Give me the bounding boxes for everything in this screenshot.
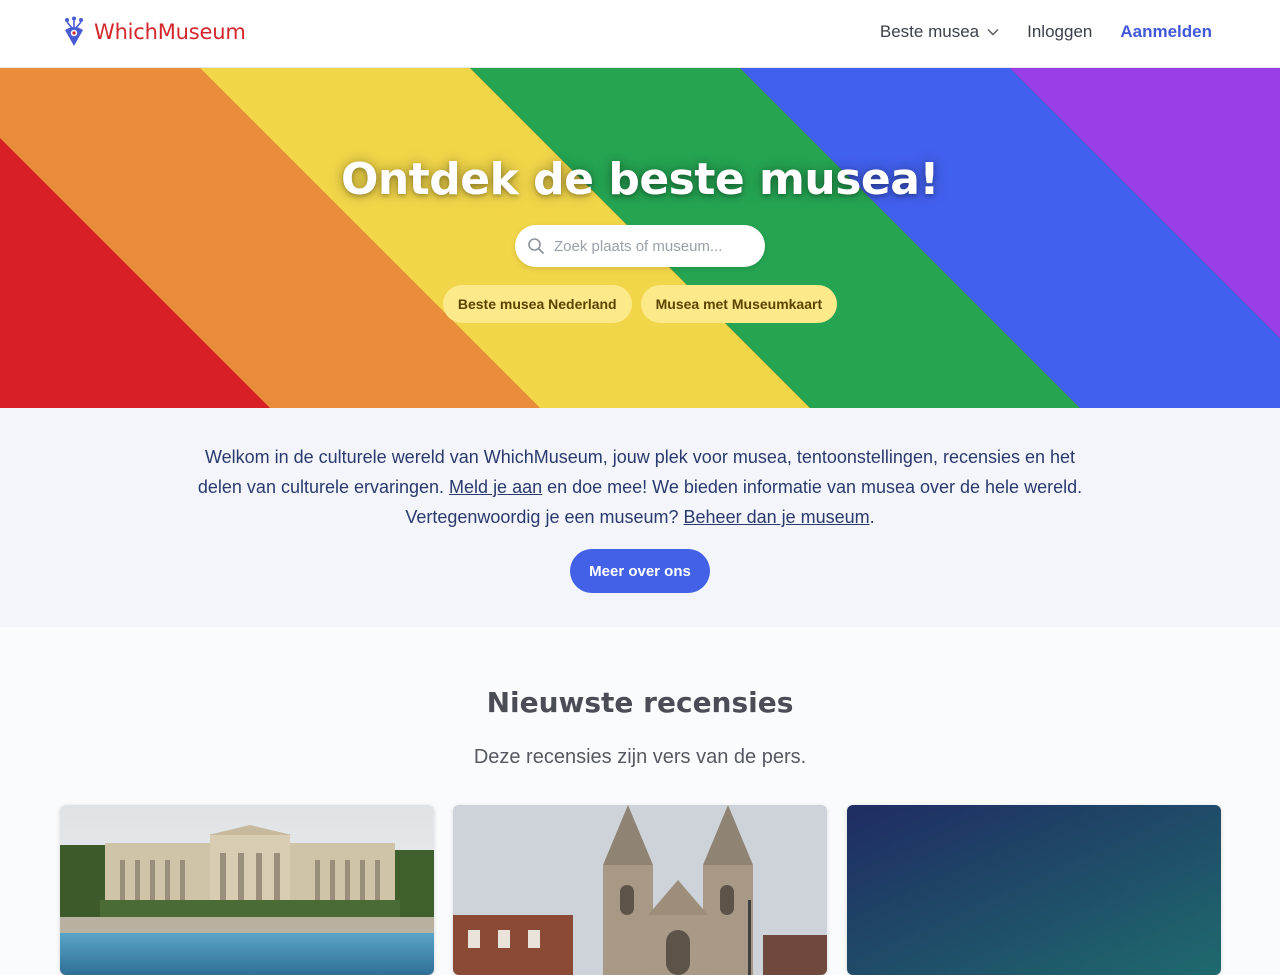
signup-inline-link[interactable]: Meld je aan	[449, 477, 542, 497]
hero-title: Ontdek de beste musea!	[340, 154, 940, 205]
search-box[interactable]	[515, 225, 765, 267]
about-us-button[interactable]: Meer over ons	[570, 549, 710, 593]
intro-section: Welkom in de culturele wereld van WhichM…	[0, 408, 1280, 627]
intro-text-part-3: .	[869, 507, 875, 527]
search-icon	[528, 238, 544, 254]
reviews-heading: Nieuwste recensies	[486, 686, 794, 719]
quick-links: Beste musea Nederland Musea met Museumka…	[0, 285, 1280, 323]
review-card-1[interactable]	[60, 805, 434, 975]
review-card-3[interactable]	[847, 805, 1221, 975]
nav-login-link[interactable]: Inloggen	[1027, 22, 1092, 42]
hero-banner: Ontdek de beste musea! Beste musea Neder…	[0, 68, 1280, 408]
search-input[interactable]	[554, 237, 744, 255]
nav-signup-link[interactable]: Aanmelden	[1120, 22, 1212, 42]
main-nav: Beste musea Inloggen Aanmelden	[880, 22, 1212, 42]
brand-name: WhichMuseum	[94, 20, 246, 44]
reviews-subtitle: Deze recensies zijn vers van de pers.	[473, 746, 807, 768]
church-museum-photo	[453, 805, 827, 975]
peacock-logo-icon	[65, 16, 83, 46]
chevron-down-icon	[987, 29, 999, 36]
review-card-2[interactable]	[453, 805, 827, 975]
nav-best-museums-dropdown[interactable]: Beste musea	[880, 22, 999, 42]
pill-best-museums-netherlands[interactable]: Beste musea Nederland	[442, 285, 632, 323]
logo-link[interactable]: WhichMuseum	[62, 16, 246, 48]
manage-museum-link[interactable]: Beheer dan je museum	[684, 507, 870, 527]
pill-museumcard-museums[interactable]: Musea met Museumkaart	[640, 285, 838, 323]
review-placeholder-image	[847, 805, 1221, 975]
nav-best-museums-label: Beste musea	[879, 22, 980, 41]
site-header: WhichMuseum Beste musea Inloggen Aanmeld…	[0, 0, 1280, 68]
intro-paragraph: Welkom in de culturele wereld van WhichM…	[190, 442, 1090, 532]
museum-palace-photo	[60, 805, 434, 975]
